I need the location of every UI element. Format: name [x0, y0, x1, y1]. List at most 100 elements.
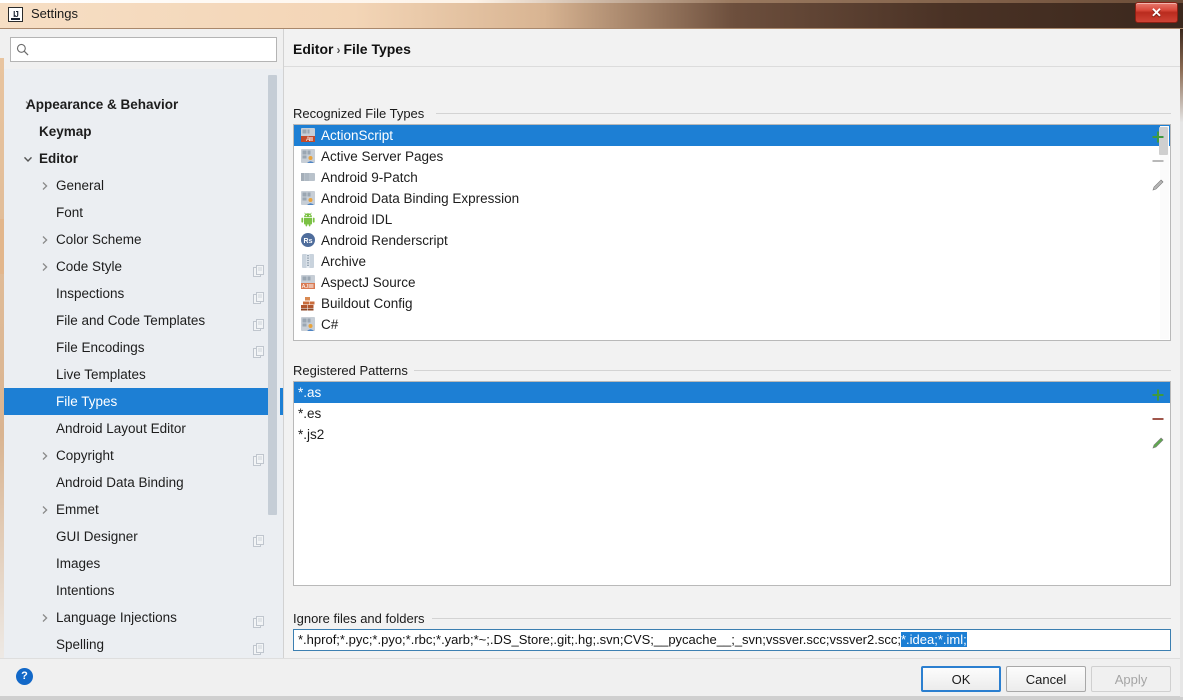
- copy-pages-icon: [253, 530, 265, 543]
- file-type-label: Android 9-Patch: [321, 167, 418, 188]
- sidebar-item-file-encodings[interactable]: File Encodings: [4, 334, 283, 361]
- archive-file-icon: [300, 253, 316, 269]
- sidebar-item-android-layout-editor[interactable]: Android Layout Editor: [4, 415, 283, 442]
- pattern-label: *.es: [298, 403, 321, 424]
- file-type-row[interactable]: Rs Android Renderscript: [294, 230, 1170, 251]
- file-type-row[interactable]: Android Data Binding Expression: [294, 188, 1170, 209]
- sidebar-item-label: Editor: [39, 145, 78, 172]
- chevron-right-icon[interactable]: [40, 604, 50, 631]
- file-type-row[interactable]: AActionScript: [294, 125, 1170, 146]
- sidebar-scrollbar-track[interactable]: [271, 69, 280, 658]
- search-box[interactable]: [10, 37, 277, 62]
- sidebar-item-emmet[interactable]: Emmet: [4, 496, 283, 523]
- chevron-right-icon[interactable]: [40, 496, 50, 523]
- buildout-bricks-icon: [300, 295, 316, 311]
- sidebar-item-images[interactable]: Images: [4, 550, 283, 577]
- file-type-row[interactable]: C#: [294, 314, 1170, 335]
- sidebar-item-appearance-behavior[interactable]: Appearance & Behavior: [4, 91, 283, 118]
- chevron-right-icon[interactable]: [40, 172, 50, 199]
- sidebar-item-label: Images: [56, 550, 100, 577]
- patterns-section-rule: [409, 370, 1171, 371]
- file-type-label: Archive: [321, 251, 366, 272]
- ninepatch-file-icon: [300, 169, 316, 185]
- file-type-row[interactable]: AJAspectJ Source: [294, 272, 1170, 293]
- sidebar-item-inspections[interactable]: Inspections: [4, 280, 283, 307]
- cancel-button[interactable]: Cancel: [1006, 666, 1086, 692]
- file-type-row[interactable]: Buildout Config: [294, 293, 1170, 314]
- file-type-label: Android IDL: [321, 209, 392, 230]
- sidebar-item-label: General: [56, 172, 104, 199]
- chevron-right-icon[interactable]: [40, 226, 50, 253]
- sidebar-item-language-injections[interactable]: Language Injections: [4, 604, 283, 631]
- file-type-label: Android Renderscript: [321, 230, 448, 251]
- registered-patterns-toolbar: [1146, 384, 1170, 456]
- renderscript-rs-icon: Rs: [300, 232, 316, 248]
- plus-icon: [1151, 130, 1165, 147]
- copy-pages-icon: [253, 611, 265, 624]
- recognized-file-types-list[interactable]: AActionScriptActive Server PagesAndroid …: [293, 124, 1171, 341]
- sidebar-item-keymap[interactable]: Keymap: [4, 118, 283, 145]
- search-icon: [16, 43, 29, 56]
- sidebar-item-general[interactable]: General: [4, 172, 283, 199]
- sidebar-item-spelling[interactable]: Spelling: [4, 631, 283, 658]
- recognized-file-types-toolbar: [1146, 126, 1170, 198]
- search-input[interactable]: [35, 38, 277, 63]
- add-pattern-button[interactable]: [1146, 384, 1170, 408]
- help-question-icon[interactable]: ?: [16, 668, 33, 685]
- add-file-type-button[interactable]: [1146, 126, 1170, 150]
- intellij-idea-logo-icon: IJ: [8, 7, 23, 22]
- copy-pages-icon: [253, 449, 265, 462]
- help-glyph: ?: [21, 671, 28, 682]
- sidebar-item-font[interactable]: Font: [4, 199, 283, 226]
- aspectj-file-icon: AJ: [300, 274, 316, 290]
- sidebar-item-copyright[interactable]: Copyright: [4, 442, 283, 469]
- breadcrumb-parent[interactable]: Editor: [293, 41, 333, 57]
- sidebar-item-label: File Types: [56, 388, 117, 415]
- copy-pages-icon: [253, 638, 265, 651]
- sidebar-scrollbar-thumb[interactable]: [268, 75, 277, 515]
- edit-pattern-button[interactable]: [1146, 432, 1170, 456]
- copy-pages-icon: [253, 341, 265, 354]
- sidebar-item-intentions[interactable]: Intentions: [4, 577, 283, 604]
- dialog-footer: ? OK Cancel Apply: [0, 658, 1183, 700]
- pattern-row[interactable]: *.es: [294, 403, 1170, 424]
- chevron-down-icon[interactable]: [23, 145, 33, 172]
- chevron-right-icon[interactable]: [40, 253, 50, 280]
- sidebar-item-editor[interactable]: Editor: [4, 145, 283, 172]
- file-type-label: Active Server Pages: [321, 146, 443, 167]
- file-type-row[interactable]: Android 9-Patch: [294, 167, 1170, 188]
- apply-button: Apply: [1091, 666, 1171, 692]
- sidebar-item-label: Keymap: [39, 118, 92, 145]
- plus-icon: [1151, 388, 1165, 405]
- sidebar-item-label: File and Code Templates: [56, 307, 205, 334]
- registered-patterns-list[interactable]: *.as*.es*.js2: [293, 381, 1171, 586]
- sidebar-item-gui-designer[interactable]: GUI Designer: [4, 523, 283, 550]
- sidebar-item-file-types[interactable]: File Types: [4, 388, 283, 415]
- sidebar-item-file-and-code-templates[interactable]: File and Code Templates: [4, 307, 283, 334]
- title-bar-highlight: [0, 0, 1183, 3]
- ok-button[interactable]: OK: [921, 666, 1001, 692]
- remove-pattern-button[interactable]: [1146, 408, 1170, 432]
- remove-file-type-button: [1146, 150, 1170, 174]
- chevron-right-icon[interactable]: [40, 442, 50, 469]
- close-icon[interactable]: ✕: [1135, 2, 1178, 23]
- file-type-row[interactable]: Android IDL: [294, 209, 1170, 230]
- pattern-row[interactable]: *.js2: [294, 424, 1170, 445]
- apply-button-label: Apply: [1115, 672, 1148, 687]
- sidebar-item-color-scheme[interactable]: Color Scheme: [4, 226, 283, 253]
- minus-icon: [1151, 154, 1165, 171]
- file-type-row[interactable]: Active Server Pages: [294, 146, 1170, 167]
- sidebar-item-live-templates[interactable]: Live Templates: [4, 361, 283, 388]
- svg-text:Rs: Rs: [304, 238, 313, 245]
- close-glyph: ✕: [1151, 6, 1162, 19]
- sidebar-item-android-data-binding[interactable]: Android Data Binding: [4, 469, 283, 496]
- sidebar-item-code-style[interactable]: Code Style: [4, 253, 283, 280]
- dialog-body: Appearance & BehaviorKeymapEditorGeneral…: [0, 29, 1183, 658]
- ignore-files-input[interactable]: *.hprof;*.pyc;*.pyo;*.rbc;*.yarb;*~;.DS_…: [293, 629, 1171, 651]
- pattern-row[interactable]: *.as: [294, 382, 1170, 403]
- databinding-file-icon: [300, 190, 316, 206]
- breadcrumb: Editor›File Types: [293, 41, 411, 57]
- recognized-file-types-label: Recognized File Types: [293, 106, 430, 121]
- file-type-row[interactable]: Archive: [294, 251, 1170, 272]
- pencil-icon: [1151, 178, 1165, 195]
